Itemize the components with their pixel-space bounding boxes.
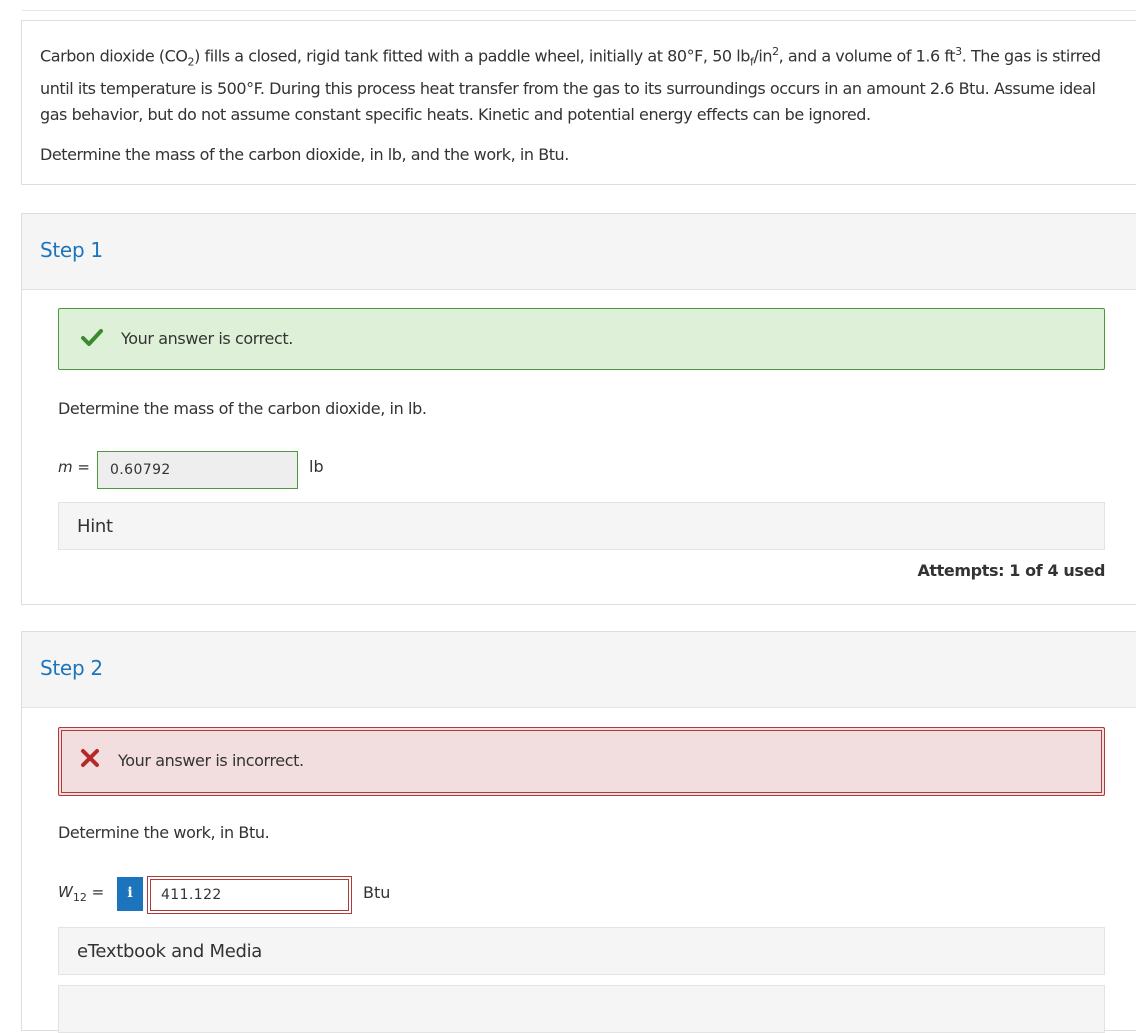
step-2-answer-input[interactable]: 411.122 [147, 876, 352, 914]
step-2-feedback-incorrect: Your answer is incorrect. [58, 727, 1105, 796]
step-2-answer-label: W12 = [58, 883, 105, 904]
step-2-unit: Btu [363, 883, 391, 902]
question-prompt: Determine the mass of the carbon dioxide… [40, 145, 569, 164]
step-2-question: Determine the work, in Btu. [58, 823, 270, 842]
step-1-answer-label: m = [58, 458, 90, 476]
attempts-counter: Attempts: 1 of 4 used [917, 561, 1105, 580]
step-1-title[interactable]: Step 1 [40, 238, 103, 262]
step-1-feedback-text: Your answer is correct. [121, 329, 293, 348]
step-1-card: Step 1 Your answer is correct. Determine… [21, 213, 1136, 605]
question-card: Carbon dioxide (CO2) fills a closed, rig… [21, 20, 1136, 185]
question-text: Carbon dioxide (CO2) fills a closed, rig… [40, 45, 1101, 124]
next-collapsible-section[interactable] [58, 985, 1105, 1033]
step-1-unit: lb [309, 457, 324, 476]
top-divider [22, 10, 1136, 11]
etextbook-media-button[interactable]: eTextbook and Media [58, 927, 1105, 975]
step-2-card: Step 2 Your answer is incorrect. Determi… [21, 631, 1136, 1033]
check-icon [81, 329, 103, 346]
step-2-title[interactable]: Step 2 [40, 656, 103, 680]
hint-label: Hint [77, 516, 113, 537]
etextbook-media-label: eTextbook and Media [77, 941, 263, 962]
hint-button[interactable]: Hint [58, 502, 1105, 550]
step-2-feedback-text: Your answer is incorrect. [118, 751, 304, 770]
x-icon [81, 749, 99, 767]
step-1-answer-input[interactable]: 0.60792 [97, 451, 298, 489]
info-icon[interactable]: i [117, 877, 143, 911]
step-1-feedback-correct: Your answer is correct. [58, 308, 1105, 370]
step-1-question: Determine the mass of the carbon dioxide… [58, 399, 427, 418]
step-2-header[interactable]: Step 2 [22, 632, 1136, 708]
step-1-header[interactable]: Step 1 [22, 214, 1136, 290]
